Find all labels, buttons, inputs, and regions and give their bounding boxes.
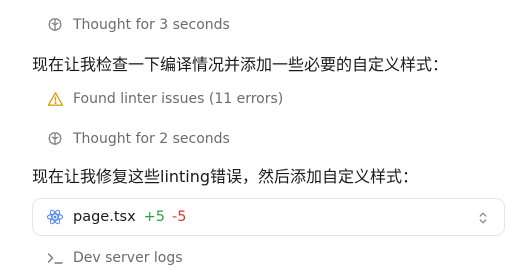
file-name: page.tsx bbox=[73, 209, 136, 225]
thought-status-1[interactable]: Thought for 3 seconds bbox=[46, 14, 523, 36]
expand-chevron-icon[interactable] bbox=[476, 209, 490, 227]
linter-issues-status[interactable]: Found linter issues (11 errors) bbox=[46, 88, 523, 110]
thought-status-label: Thought for 3 seconds bbox=[73, 17, 230, 33]
assistant-message-1: 现在让我检查一下编译情况并添加一些必要的自定义样式： bbox=[32, 55, 449, 74]
warning-triangle-icon bbox=[46, 90, 64, 108]
dev-server-logs-label: Dev server logs bbox=[73, 250, 183, 266]
brain-icon bbox=[46, 16, 64, 34]
terminal-prompt-icon bbox=[46, 249, 64, 267]
file-change-card[interactable]: page.tsx +5 -5 bbox=[32, 198, 505, 236]
thought-status-2[interactable]: Thought for 2 seconds bbox=[46, 128, 523, 150]
lines-removed: -5 bbox=[172, 209, 187, 225]
react-icon bbox=[46, 208, 64, 226]
thought-status-label: Thought for 2 seconds bbox=[73, 131, 230, 147]
linter-issues-label: Found linter issues (11 errors) bbox=[73, 91, 284, 107]
assistant-message-2: 现在让我修复这些linting错误，然后添加自定义样式： bbox=[32, 167, 419, 186]
lines-added: +5 bbox=[143, 209, 166, 225]
brain-icon bbox=[46, 130, 64, 148]
dev-server-logs-item[interactable]: Dev server logs bbox=[46, 247, 523, 269]
